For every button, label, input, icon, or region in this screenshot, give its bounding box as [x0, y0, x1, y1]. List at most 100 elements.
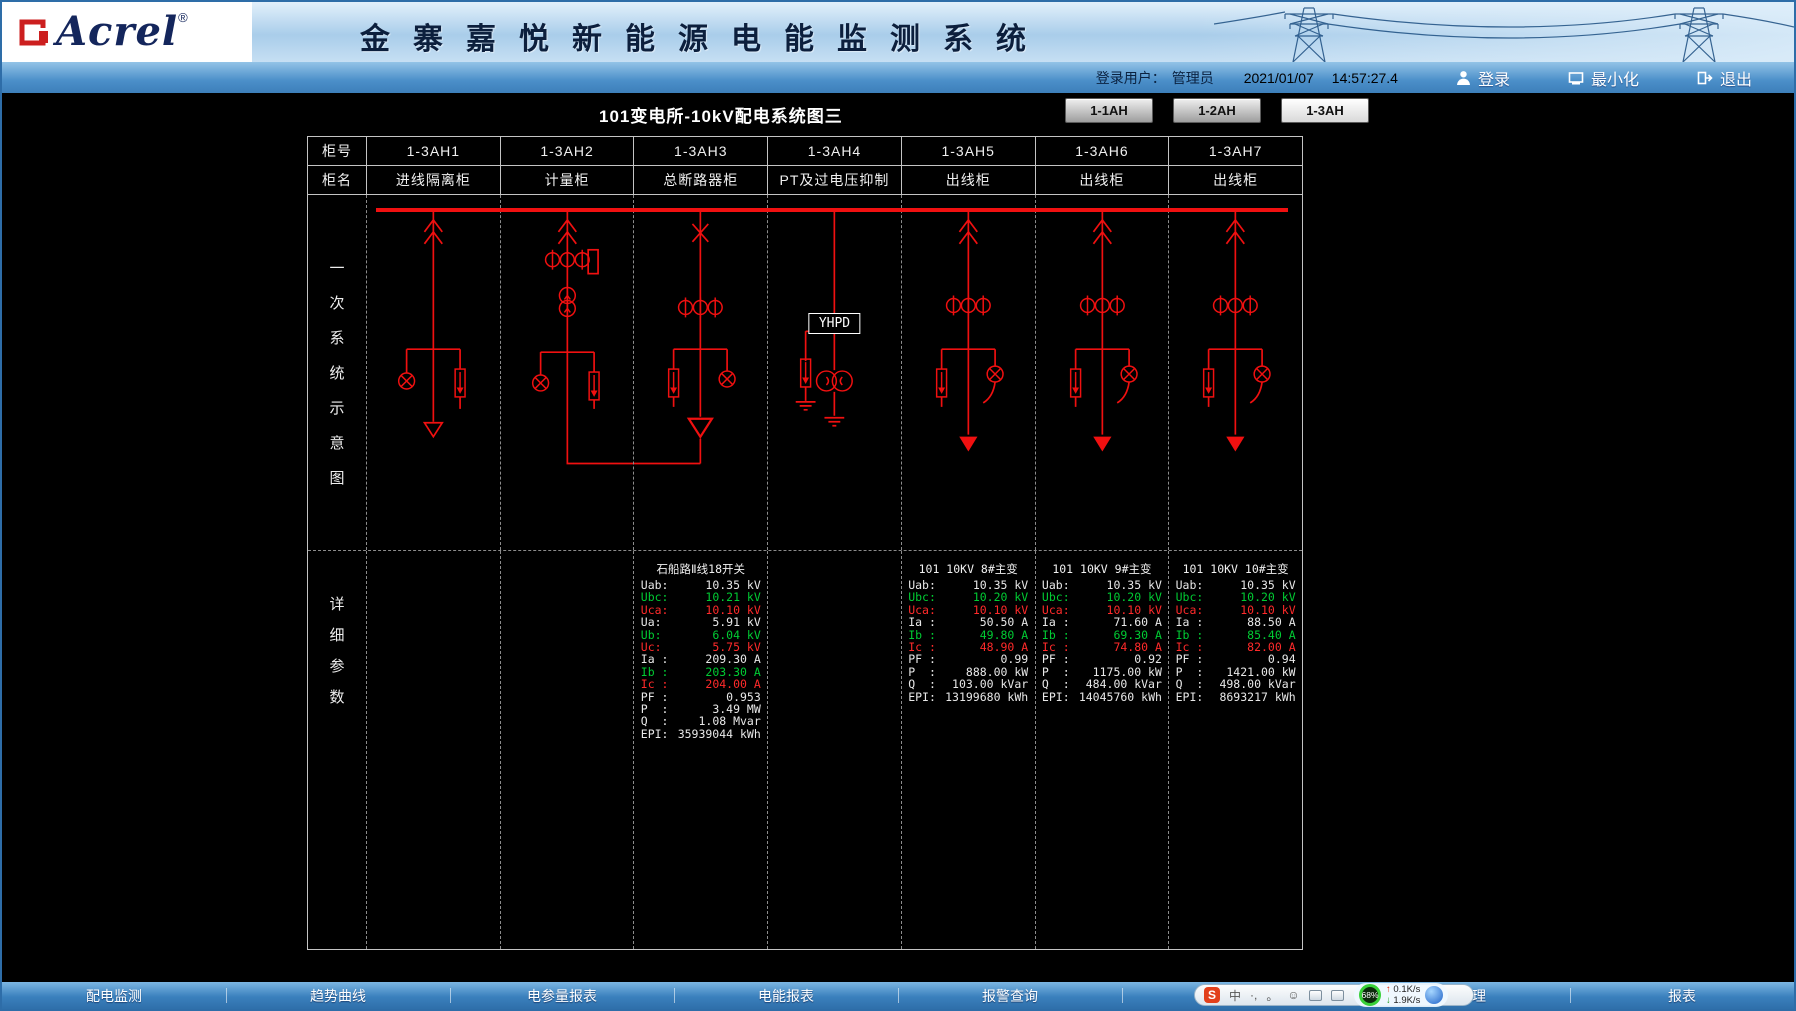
cabinet-name-1-3AH7: 出线柜: [1168, 166, 1302, 194]
download-speed: ↓ 1.9K/s: [1386, 995, 1420, 1006]
param-row: PF :0.92: [1042, 653, 1162, 665]
up-arrow-icon: ↑: [1386, 984, 1391, 995]
battery-badge: 68%: [1359, 984, 1381, 1006]
ime-lang-toggle[interactable]: 中: [1229, 987, 1241, 1004]
cabinet-name-1-3AH5: 出线柜: [901, 166, 1035, 194]
emoji-icon[interactable]: ☺: [1287, 988, 1299, 1002]
ime-period-toggle[interactable]: 。: [1266, 987, 1278, 1004]
exit-icon: [1697, 71, 1713, 85]
cabinet-id-row-label: 柜号: [308, 137, 366, 165]
nav-item-电能报表[interactable]: 电能报表: [674, 982, 898, 1009]
param-row: Q :1.08 Mvar: [641, 715, 761, 727]
tab-1-1AH[interactable]: 1-1AH: [1065, 98, 1153, 123]
sogou-logo-icon[interactable]: S: [1204, 987, 1220, 1003]
brand-name: Acrel: [56, 12, 178, 52]
view-tabs: 1-1AH 1-2AH 1-3AH: [1065, 98, 1369, 123]
toolbox-icon[interactable]: [1331, 990, 1344, 1001]
cabinet-id-1-3AH6: 1-3AH6: [1035, 137, 1169, 165]
main-canvas: 101变电所-10kV配电系统图三 1-1AH 1-2AH 1-3AH 柜号 1-3…: [2, 93, 1794, 986]
panel-title: 101 10KV 8#主变: [919, 562, 1018, 576]
oneline-outgoing-icon[interactable]: [1036, 212, 1169, 550]
exit-button[interactable]: 退出: [1697, 66, 1752, 90]
registered-mark: ®: [178, 10, 188, 25]
param-row: Ubc:10.20 kV: [1176, 591, 1296, 603]
date-display: 2021/01/07: [1244, 70, 1314, 86]
tab-1-2AH[interactable]: 1-2AH: [1173, 98, 1261, 123]
param-row: Q :484.00 kVar: [1042, 678, 1162, 690]
oneline-breaker-icon[interactable]: [634, 212, 767, 550]
row-diagram: 一次系统示意图 YHPD: [308, 195, 1302, 550]
oneline-outgoing-icon[interactable]: [902, 212, 1035, 550]
params-cell-1-3AH7: 101 10KV 10#主变Uab:10.35 kVUbc:10.20 kVUc…: [1168, 551, 1302, 949]
cabinet-id-1-3AH1: 1-3AH1: [366, 137, 500, 165]
bottom-nav: 配电监测趋势曲线电参量报表电能报表报警查询通讯状态用户管理报表: [2, 982, 1794, 1009]
cabinet-id-1-3AH2: 1-3AH2: [500, 137, 634, 165]
ime-punct-toggle[interactable]: ·,: [1250, 988, 1257, 1002]
system-table: 柜号 1-3AH11-3AH21-3AH31-3AH41-3AH51-3AH61…: [307, 136, 1303, 950]
cabinet-name-1-3AH1: 进线隔离柜: [366, 166, 500, 194]
diagram-cell-1-3AH2: [500, 195, 634, 550]
params-section-label: 详细参数: [308, 551, 366, 949]
keyboard-icon[interactable]: [1309, 990, 1322, 1001]
app-title: 金寨嘉悦新能源电能监测系统: [360, 14, 1049, 58]
nav-item-报警查询[interactable]: 报警查询: [898, 982, 1122, 1009]
yhpd-label: YHPD: [809, 313, 860, 334]
login-label: 登录: [1478, 66, 1510, 90]
params-cell-1-3AH1: [366, 551, 500, 949]
cabinet-id-1-3AH4: 1-3AH4: [767, 137, 901, 165]
nav-item-趋势曲线[interactable]: 趋势曲线: [226, 982, 450, 1009]
panel-title: 石船路Ⅱ线18开关: [657, 562, 746, 576]
user-bar: 登录用户： 管理员 2021/01/07 14:57:27.4 登录 最小化 退…: [2, 62, 1794, 93]
nav-item-电参量报表[interactable]: 电参量报表: [450, 982, 674, 1009]
login-user-label: 登录用户：: [1096, 68, 1166, 88]
net-monitor: 68% ↑ 0.1K/s ↓ 1.9K/s: [1354, 983, 1448, 1007]
bottom-bar: 配电监测趋势曲线电参量报表电能报表报警查询通讯状态用户管理报表: [2, 982, 1794, 1009]
minimize-button[interactable]: 最小化: [1568, 66, 1639, 90]
param-row: EPI:35939044 kWh: [641, 728, 761, 740]
params-cell-1-3AH2: [500, 551, 634, 949]
title-bar: Acrel ® 金寨嘉悦新能源电能监测系统: [2, 2, 1794, 62]
row-params: 详细参数 石船路Ⅱ线18开关Uab:10.35 kVUbc:10.21 kVUc…: [308, 550, 1302, 949]
diagram-cell-1-3AH4: YHPD: [767, 195, 901, 550]
panel-title: 101 10KV 9#主变: [1052, 562, 1151, 576]
param-row: Ubc:10.21 kV: [641, 591, 761, 603]
cabinet-name-row-label: 柜名: [308, 166, 366, 194]
login-button[interactable]: 登录: [1456, 66, 1510, 90]
cabinet-name-1-3AH2: 计量柜: [500, 166, 634, 194]
login-user-value: 管理员: [1172, 68, 1214, 88]
nav-item-报表[interactable]: 报表: [1570, 982, 1794, 1009]
browser-orb-icon[interactable]: [1425, 986, 1443, 1004]
param-row: Ubc:10.20 kV: [1042, 591, 1162, 603]
params-cell-1-3AH6: 101 10KV 9#主变Uab:10.35 kVUbc:10.20 kVUca…: [1035, 551, 1169, 949]
app-window: Acrel ® 金寨嘉悦新能源电能监测系统 登录用户： 管理员 2021/01/…: [0, 0, 1796, 1011]
upload-speed: ↑ 0.1K/s: [1386, 984, 1420, 995]
params-cell-1-3AH5: 101 10KV 8#主变Uab:10.35 kVUbc:10.20 kVUca…: [901, 551, 1035, 949]
cabinet-id-1-3AH7: 1-3AH7: [1168, 137, 1302, 165]
down-arrow-icon: ↓: [1386, 995, 1391, 1006]
row-cabinet-name: 柜名 进线隔离柜计量柜总断路器柜PT及过电压抑制出线柜出线柜出线柜: [308, 166, 1302, 195]
param-row: Q :498.00 kVar: [1176, 678, 1296, 690]
param-row: EPI:14045760 kWh: [1042, 691, 1162, 703]
net-speeds: ↑ 0.1K/s ↓ 1.9K/s: [1386, 984, 1420, 1006]
user-icon: [1456, 70, 1471, 85]
time-display: 14:57:27.4: [1332, 70, 1398, 86]
param-row: Ia :209.30 A: [641, 653, 761, 665]
diagram-section-label: 一次系统示意图: [308, 195, 366, 550]
acrel-logo-icon: [18, 15, 50, 49]
tab-1-3AH[interactable]: 1-3AH: [1281, 98, 1369, 123]
oneline-outgoing-icon[interactable]: [1169, 212, 1302, 550]
oneline-pt-icon[interactable]: [768, 212, 901, 550]
param-row: Ua:5.91 kV: [641, 616, 761, 628]
cabinet-id-1-3AH3: 1-3AH3: [633, 137, 767, 165]
busbar: [376, 208, 1288, 212]
transmission-towers-icon: [1214, 2, 1794, 62]
oneline-metering-icon[interactable]: [501, 212, 634, 550]
nav-item-配电监测[interactable]: 配电监测: [2, 982, 226, 1009]
cabinet-name-1-3AH4: PT及过电压抑制: [767, 166, 901, 194]
oneline-incoming-icon[interactable]: [367, 212, 500, 550]
page-title: 101变电所-10kV配电系统图三: [599, 102, 843, 127]
param-row: Ia :50.50 A: [908, 616, 1028, 628]
param-row: Q :103.00 kVar: [908, 678, 1028, 690]
exit-label: 退出: [1720, 66, 1752, 90]
param-row: PF :0.94: [1176, 653, 1296, 665]
